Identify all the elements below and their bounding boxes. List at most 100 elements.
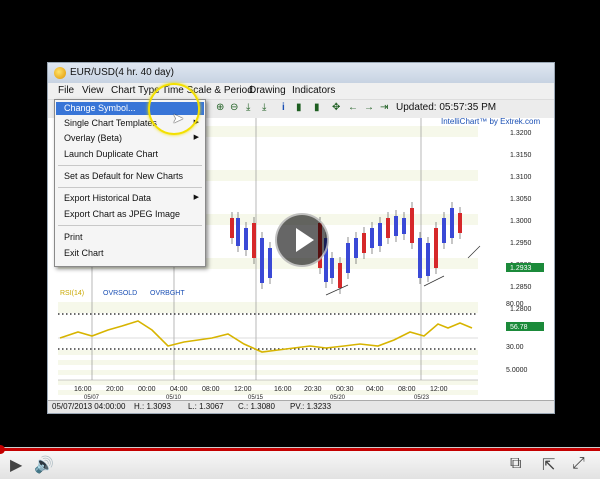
rsi-tick-label: 80.00 (506, 301, 524, 308)
candle-body (410, 208, 414, 243)
candle-body (236, 218, 240, 246)
price-tick-label: 1.3200 (510, 130, 532, 137)
info-close: C.: 1.3080 (238, 402, 275, 411)
price-tick-label: 1.3050 (510, 196, 532, 203)
menu-separator (58, 165, 202, 166)
time-tick-label: 12:00 (234, 386, 252, 393)
candle-body (268, 248, 272, 278)
rsi-band (58, 360, 478, 365)
legend-oversold: OVRSOLD (103, 290, 138, 297)
candle-body (260, 238, 264, 283)
candle-body (458, 213, 462, 233)
info-date: 05/07/2013 04:00:00 (52, 402, 126, 411)
time-tick-label: 16:00 (274, 386, 292, 393)
zoom-in-icon[interactable]: ⊕ (216, 102, 224, 113)
price-tick-label: 1.3000 (510, 218, 532, 225)
time-tick-label: 00:30 (336, 386, 354, 393)
rsi-band (58, 380, 478, 385)
candle-body (434, 228, 438, 268)
candle-body (330, 258, 334, 278)
info-bar: 05/07/2013 04:00:00 H.: 1.3093 L.: 1.306… (48, 400, 554, 413)
menu-item-overlay[interactable]: Overlay (Beta) ▶ (55, 132, 205, 146)
candle-body (346, 243, 350, 273)
app-icon (54, 67, 66, 79)
info-high: H.: 1.3093 (134, 402, 171, 411)
candle-body (402, 218, 406, 234)
time-tick-label: 04:00 (366, 386, 384, 393)
menu-bar: File View Chart Type Time Scale & Period… (48, 83, 554, 99)
menu-item-exit[interactable]: Exit Chart (55, 247, 205, 261)
rsi-band (58, 370, 478, 375)
time-tick-label: 04:00 (170, 386, 188, 393)
candle-body (354, 238, 358, 258)
candle-body (252, 223, 256, 258)
time-tick-label: 08:00 (398, 386, 416, 393)
time-tick-label: 00:00 (138, 386, 156, 393)
menu-item-set-default[interactable]: Set as Default for New Charts (55, 170, 205, 184)
window-title: EUR/USD(4 hr. 40 day) (70, 67, 174, 78)
seek-handle[interactable] (0, 445, 5, 454)
updated-timestamp: Updated: 05:57:35 PM (396, 102, 497, 113)
submenu-arrow-icon: ▶ (193, 134, 199, 141)
arrow-left-icon[interactable]: ← (348, 102, 358, 113)
price-tick-label: 1.2950 (510, 240, 532, 247)
legend-rsi: RSI(14) (60, 290, 85, 297)
candle-body (230, 218, 234, 238)
rsi-tick-label: 30.00 (506, 344, 524, 351)
legend-overbought: OVRBGHT (150, 290, 185, 297)
candle-body (362, 233, 366, 253)
menu-item-print[interactable]: Print (55, 231, 205, 245)
menu-view[interactable]: View (82, 85, 104, 96)
download-all-icon[interactable]: ⤓ (262, 102, 266, 113)
bar-chart-alt-icon[interactable]: ▮ (314, 102, 320, 113)
rsi-tick-label: 5.0000 (506, 367, 528, 374)
menu-separator (58, 187, 202, 188)
info-low: L.: 1.3067 (188, 402, 224, 411)
highlight-circle (148, 83, 200, 135)
menu-item-launch-duplicate[interactable]: Launch Duplicate Chart (55, 148, 205, 162)
price-band (58, 302, 478, 313)
volume-icon[interactable]: 🔊 (34, 455, 54, 475)
candle-body (386, 218, 390, 238)
candle-body (338, 263, 342, 288)
candle-body (418, 238, 422, 278)
price-tick-label: 1.2850 (510, 284, 532, 291)
time-tick-label: 20:00 (106, 386, 124, 393)
video-frame: EUR/USD(4 hr. 40 day) File View Chart Ty… (0, 0, 600, 479)
price-tick-label: 1.3100 (510, 174, 532, 181)
menu-separator (58, 225, 202, 226)
time-tick-label: 08:00 (202, 386, 220, 393)
candle-body (394, 216, 398, 236)
last-price-label: 1.2933 (510, 265, 532, 272)
menu-drawing[interactable]: Drawing (249, 85, 286, 96)
bar-chart-icon[interactable]: ▮ (296, 102, 302, 113)
captions-icon[interactable]: ⧉ (510, 455, 521, 473)
menu-item-export-jpeg[interactable]: Export Chart as JPEG Image (55, 208, 205, 222)
mouse-cursor-icon: ➤ (172, 110, 184, 126)
window-titlebar: EUR/USD(4 hr. 40 day) (48, 63, 554, 83)
candle-body (370, 228, 374, 248)
submenu-arrow-icon: ▶ (193, 194, 199, 201)
play-icon[interactable]: ▶ (10, 455, 22, 475)
play-overlay-button[interactable] (275, 213, 329, 267)
arrow-right-icon[interactable]: → (364, 102, 374, 113)
rsi-value-label: 56.78 (510, 324, 528, 331)
candle-body (450, 208, 454, 238)
info-pv: PV.: 1.3233 (290, 402, 332, 411)
price-tick-label: 1.3150 (510, 152, 532, 159)
fit-icon[interactable]: ⇥ (380, 102, 388, 113)
menu-file[interactable]: File (58, 85, 74, 96)
share-icon[interactable]: ⇱ (542, 455, 555, 475)
download-icon[interactable]: ⤓ (246, 102, 250, 113)
crosshair-icon[interactable]: ✥ (332, 102, 340, 113)
menu-indicators[interactable]: Indicators (292, 85, 335, 96)
zoom-out-icon[interactable]: ⊖ (230, 102, 238, 113)
time-tick-label: 16:00 (74, 386, 92, 393)
video-player-bar: ▶ 🔊 ⧉ ⇱ ⤢ (0, 445, 600, 479)
menu-item-export-historical[interactable]: Export Historical Data ▶ (55, 192, 205, 206)
brand-label: IntelliChart™ by Extrek.com (441, 117, 541, 126)
info-icon[interactable]: i (282, 102, 285, 113)
candle-body (378, 223, 382, 246)
fullscreen-icon[interactable]: ⤢ (572, 455, 585, 473)
time-tick-label: 20:30 (304, 386, 322, 393)
